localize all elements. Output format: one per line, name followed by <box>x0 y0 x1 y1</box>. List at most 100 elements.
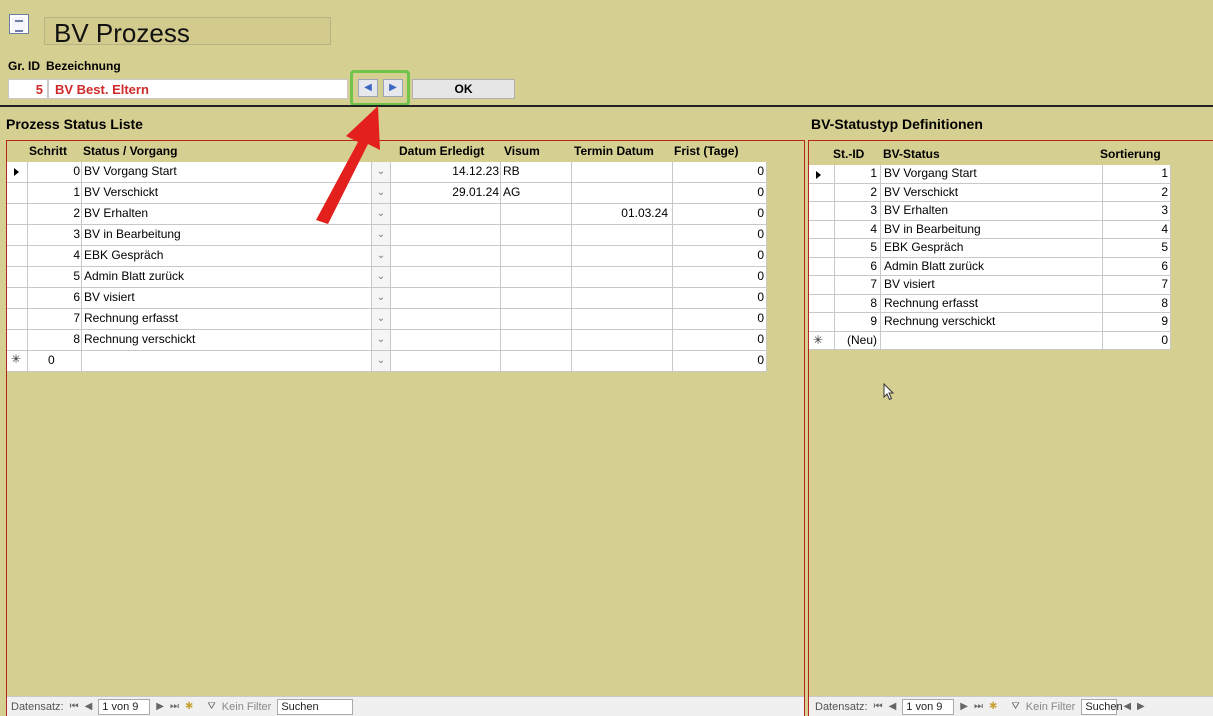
sortierung-cell[interactable]: 1 <box>1103 165 1171 184</box>
visum-cell[interactable] <box>501 267 572 288</box>
row-selector[interactable] <box>809 257 835 276</box>
datum-cell[interactable] <box>391 267 501 288</box>
row-selector[interactable] <box>809 239 835 258</box>
row-selector[interactable] <box>7 204 28 225</box>
last-record-icon[interactable]: ⏭ <box>974 701 983 712</box>
row-selector[interactable] <box>7 330 28 351</box>
chevron-down-icon[interactable]: ⌄ <box>372 351 391 372</box>
sortierung-cell[interactable]: 6 <box>1103 257 1171 276</box>
chevron-down-icon[interactable]: ⌄ <box>372 225 391 246</box>
last-record-icon[interactable]: ⏭ <box>170 701 179 712</box>
termin-cell[interactable] <box>572 246 673 267</box>
sortierung-cell[interactable]: 9 <box>1103 313 1171 332</box>
frist-cell[interactable]: 0 <box>673 204 767 225</box>
termin-cell[interactable] <box>572 309 673 330</box>
st-id-cell[interactable]: 5 <box>835 239 881 258</box>
frist-cell[interactable]: 0 <box>673 225 767 246</box>
row-selector[interactable] <box>809 202 835 221</box>
termin-cell[interactable] <box>572 267 673 288</box>
schritt-cell[interactable]: 7 <box>28 309 82 330</box>
schritt-cell[interactable]: 5 <box>28 267 82 288</box>
status-cell[interactable]: BV visiert <box>82 288 372 309</box>
sortierung-cell[interactable]: 3 <box>1103 202 1171 221</box>
new-row-selector[interactable] <box>7 351 28 372</box>
next-record-icon[interactable]: ▶ <box>156 701 164 712</box>
row-selector[interactable] <box>7 267 28 288</box>
st-id-cell[interactable]: 7 <box>835 276 881 295</box>
gr-id-field[interactable]: 5 <box>8 79 48 99</box>
bezeichnung-field[interactable]: BV Best. Eltern <box>48 79 348 99</box>
datum-cell[interactable] <box>391 330 501 351</box>
row-selector[interactable] <box>809 183 835 202</box>
st-id-cell[interactable]: 3 <box>835 202 881 221</box>
chevron-down-icon[interactable]: ⌄ <box>372 309 391 330</box>
status-cell[interactable]: EBK Gespräch <box>82 246 372 267</box>
termin-cell[interactable] <box>572 288 673 309</box>
schritt-cell[interactable]: 0 <box>28 162 82 183</box>
bv-status-cell[interactable]: Rechnung erfasst <box>881 294 1103 313</box>
termin-cell[interactable]: 01.03.24 <box>572 204 673 225</box>
datum-cell[interactable] <box>391 309 501 330</box>
row-selector[interactable] <box>809 165 835 184</box>
new-row-selector[interactable] <box>809 331 835 350</box>
st-id-cell[interactable]: 2 <box>835 183 881 202</box>
visum-cell[interactable] <box>501 225 572 246</box>
bv-status-cell[interactable]: BV visiert <box>881 276 1103 295</box>
sortierung-cell[interactable]: 2 <box>1103 183 1171 202</box>
status-cell[interactable]: BV in Bearbeitung <box>82 225 372 246</box>
schritt-cell[interactable]: 1 <box>28 183 82 204</box>
row-selector[interactable] <box>809 313 835 332</box>
st-id-cell[interactable]: 9 <box>835 313 881 332</box>
visum-cell[interactable] <box>501 246 572 267</box>
sortierung-cell[interactable]: 8 <box>1103 294 1171 313</box>
sortierung-cell[interactable]: 4 <box>1103 220 1171 239</box>
schritt-cell[interactable]: 6 <box>28 288 82 309</box>
datum-cell[interactable] <box>391 225 501 246</box>
frist-cell[interactable]: 0 <box>673 351 767 372</box>
row-selector[interactable] <box>7 162 28 183</box>
bv-status-cell[interactable]: Admin Blatt zurück <box>881 257 1103 276</box>
frist-cell[interactable]: 0 <box>673 246 767 267</box>
prev-record-button[interactable]: ◀ <box>358 79 378 97</box>
visum-cell[interactable]: AG <box>501 183 572 204</box>
row-selector[interactable] <box>7 183 28 204</box>
next-record-icon[interactable]: ▶ <box>960 701 968 712</box>
st-id-cell[interactable]: (Neu) <box>835 331 881 350</box>
chevron-down-icon[interactable]: ⌄ <box>372 288 391 309</box>
bv-status-cell[interactable]: EBK Gespräch <box>881 239 1103 258</box>
status-cell[interactable]: Rechnung verschickt <box>82 330 372 351</box>
frist-cell[interactable]: 0 <box>673 309 767 330</box>
st-id-cell[interactable]: 4 <box>835 220 881 239</box>
next-record-button[interactable]: ▶ <box>383 79 403 97</box>
new-record-icon[interactable]: ✱ <box>989 701 997 712</box>
scroll-left-icon[interactable]: ◀ <box>1123 701 1131 712</box>
ok-button[interactable]: OK <box>412 79 515 99</box>
status-cell[interactable]: Rechnung erfasst <box>82 309 372 330</box>
frist-cell[interactable]: 0 <box>673 183 767 204</box>
frist-cell[interactable]: 0 <box>673 267 767 288</box>
schritt-cell[interactable]: 8 <box>28 330 82 351</box>
filter-label[interactable]: Kein Filter <box>222 701 272 713</box>
termin-cell[interactable] <box>572 225 673 246</box>
visum-cell[interactable] <box>501 204 572 225</box>
row-selector[interactable] <box>809 220 835 239</box>
first-record-icon[interactable]: ⏮ <box>874 701 883 712</box>
row-selector[interactable] <box>7 309 28 330</box>
termin-cell[interactable] <box>572 162 673 183</box>
st-id-cell[interactable]: 6 <box>835 257 881 276</box>
frist-cell[interactable]: 0 <box>673 288 767 309</box>
visum-cell[interactable] <box>501 309 572 330</box>
sortierung-cell[interactable]: 5 <box>1103 239 1171 258</box>
schritt-cell[interactable]: 2 <box>28 204 82 225</box>
visum-cell[interactable] <box>501 288 572 309</box>
bv-status-cell[interactable]: Rechnung verschickt <box>881 313 1103 332</box>
sortierung-cell[interactable]: 0 <box>1103 331 1171 350</box>
new-record-icon[interactable]: ✱ <box>185 701 193 712</box>
bv-status-cell[interactable]: BV Vorgang Start <box>881 165 1103 184</box>
search-field[interactable]: Suchen <box>1081 698 1123 715</box>
datum-cell[interactable] <box>391 351 501 372</box>
record-number-field[interactable]: 1 von 9 <box>98 698 151 715</box>
visum-cell[interactable] <box>501 330 572 351</box>
st-id-cell[interactable]: 8 <box>835 294 881 313</box>
frist-cell[interactable]: 0 <box>673 330 767 351</box>
